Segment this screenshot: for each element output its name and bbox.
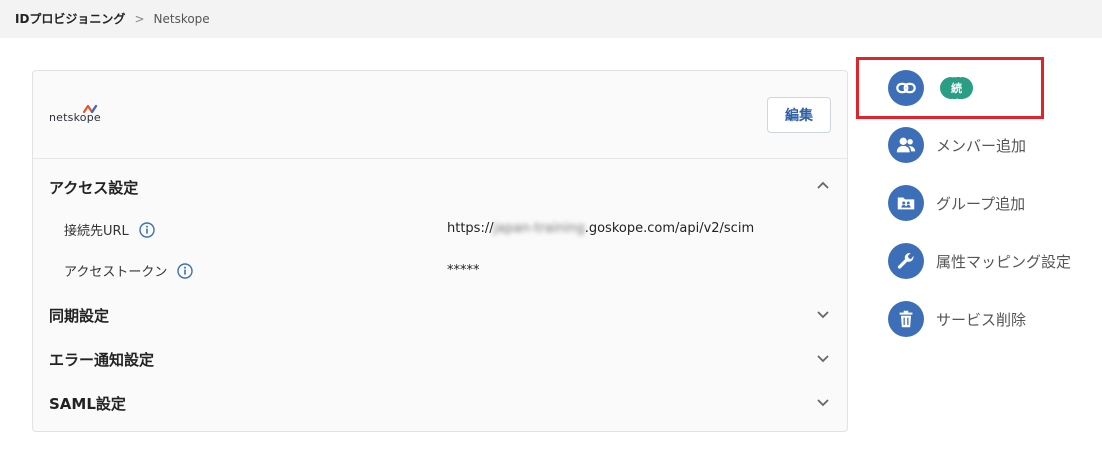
add-member-button[interactable]: メンバー追加: [888, 127, 1026, 163]
connected-badge: 接続済: [940, 66, 973, 111]
attribute-mapping-button[interactable]: 属性マッピング設定: [888, 243, 1071, 279]
access-token-label: アクセストークン: [64, 265, 168, 280]
service-detail-card: netskope 編集 アクセス設定 接続先URL https://japan-…: [32, 70, 848, 432]
info-icon[interactable]: [177, 262, 194, 279]
breadcrumb-separator: >: [134, 11, 145, 26]
breadcrumb-bar: IDプロビジョニング > Netskope: [0, 0, 1102, 38]
access-token-value: *****: [447, 263, 480, 278]
add-group-label: グループ追加: [936, 194, 1026, 213]
section-saml-title[interactable]: SAML設定: [49, 393, 126, 414]
delete-service-button[interactable]: サービス削除: [888, 301, 1026, 337]
wrench-icon: [888, 243, 924, 279]
access-url-label: 接続先URL: [64, 224, 129, 239]
access-token-label-row: アクセストークン: [64, 261, 194, 280]
link-icon: [888, 70, 924, 106]
access-url-value: https://japan-training.goskope.com/api/v…: [447, 221, 754, 236]
access-url-label-row: 接続先URL: [64, 220, 155, 239]
info-icon[interactable]: [139, 221, 155, 238]
attribute-mapping-label: 属性マッピング設定: [936, 252, 1072, 271]
chevron-down-icon[interactable]: [817, 311, 829, 321]
netskope-logo: netskope: [49, 101, 101, 124]
chevron-down-icon[interactable]: [817, 355, 829, 365]
section-access-title[interactable]: アクセス設定: [49, 177, 138, 198]
connection-status[interactable]: 接続済: [888, 66, 973, 111]
add-member-label: メンバー追加: [936, 136, 1027, 155]
access-url-prefix: https://: [447, 221, 494, 236]
access-url-suffix: .goskope.com/api/v2/scim: [584, 221, 755, 236]
card-header: netskope 編集: [33, 71, 847, 159]
breadcrumb-current: Netskope: [153, 11, 210, 26]
breadcrumb: IDプロビジョニング > Netskope: [15, 10, 210, 27]
users-icon: [888, 127, 924, 163]
access-url-blurred-host: japan-training: [493, 221, 585, 236]
chevron-up-icon[interactable]: [817, 181, 829, 191]
netskope-logo-mark: [82, 99, 99, 118]
breadcrumb-parent-link[interactable]: IDプロビジョニング: [15, 10, 125, 27]
section-error-title[interactable]: エラー通知設定: [49, 349, 154, 370]
delete-service-label: サービス削除: [936, 310, 1027, 329]
trash-icon: [888, 301, 924, 337]
edit-button[interactable]: 編集: [767, 97, 831, 133]
group-folder-icon: [888, 185, 924, 221]
chevron-down-icon[interactable]: [817, 399, 829, 409]
add-group-button[interactable]: グループ追加: [888, 185, 1025, 221]
section-sync-title[interactable]: 同期設定: [49, 305, 109, 326]
